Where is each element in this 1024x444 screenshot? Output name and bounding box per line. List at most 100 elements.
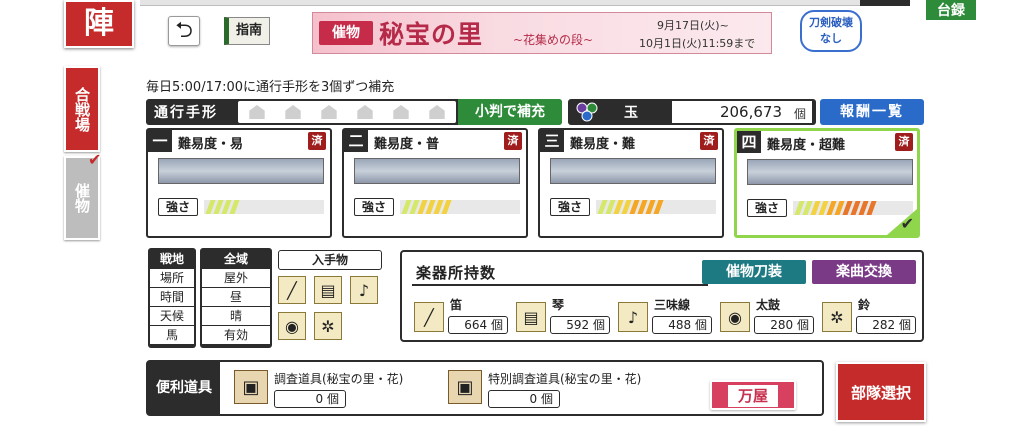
instrument-name: 鈴 bbox=[858, 298, 871, 312]
banner-tag: 催物 bbox=[319, 21, 373, 45]
condition-value: 全域 bbox=[202, 250, 270, 268]
tab-check-icon: ✔ bbox=[88, 150, 102, 169]
tool-name: 特別調査道具(秘宝の里・花) bbox=[488, 372, 642, 386]
instrument-item: ▤ 琴 592 個 bbox=[516, 296, 616, 336]
condition-value: 有効 bbox=[202, 326, 270, 344]
divider bbox=[412, 284, 708, 286]
difficulty-name: 難易度・普 bbox=[374, 137, 440, 152]
no-break-line2: なし bbox=[820, 32, 842, 45]
count-value: 488 bbox=[668, 318, 692, 332]
count-unit: 個 bbox=[796, 318, 809, 332]
pass-icon bbox=[357, 105, 373, 119]
difficulty-number: 三 bbox=[540, 130, 564, 152]
flute-icon: ╱ bbox=[414, 302, 444, 332]
strength-gauge bbox=[596, 200, 716, 214]
count-value: 664 bbox=[464, 318, 488, 332]
count-value: 280 bbox=[770, 318, 794, 332]
gauge-tick bbox=[866, 201, 877, 215]
strength-label: 強さ bbox=[550, 198, 590, 216]
difficulty-card-1[interactable]: 一 難易度・易 済 強さ bbox=[146, 128, 332, 238]
instrument-name: 琴 bbox=[552, 298, 565, 312]
bell-icon: ✲ bbox=[314, 312, 342, 340]
reward-list-button[interactable]: 報酬一覧 bbox=[820, 99, 924, 125]
strength-gauge bbox=[793, 201, 913, 215]
no-break-line1: 刀剣破壊 bbox=[809, 16, 853, 29]
event-sword-button[interactable]: 催物刀装 bbox=[702, 260, 806, 284]
tab-battlefield[interactable]: 合戦場 bbox=[64, 66, 100, 152]
pass-icon bbox=[321, 105, 337, 119]
gyoku-icon bbox=[576, 102, 598, 122]
stage-image bbox=[550, 158, 716, 184]
pass-icon bbox=[429, 105, 445, 119]
top-frame-dark bbox=[860, 0, 910, 6]
difficulty-name: 難易度・超難 bbox=[767, 138, 846, 153]
strength-label: 強さ bbox=[158, 198, 198, 216]
instrument-item: ♪ 三味線 488 個 bbox=[618, 296, 718, 336]
cleared-badge: 済 bbox=[700, 132, 718, 150]
banner-date-start: 9月17日(火)~ bbox=[657, 19, 729, 32]
squad-select-button[interactable]: 部隊選択 bbox=[836, 362, 926, 422]
cleared-badge: 済 bbox=[308, 132, 326, 150]
condition-value: 昼 bbox=[202, 288, 270, 306]
condition-key: 馬 bbox=[150, 326, 194, 344]
difficulty-name: 難易度・易 bbox=[178, 137, 244, 152]
event-banner[interactable]: 催物 秘宝の里 ~花集めの段~ 9月17日(火)~ 10月1日(火)11:59ま… bbox=[312, 12, 772, 54]
top-frame-line bbox=[140, 0, 860, 6]
count-unit: 個 bbox=[592, 318, 605, 332]
difficulty-card-2[interactable]: 二 難易度・普 済 強さ bbox=[342, 128, 528, 238]
back-button[interactable]: ⮌ bbox=[168, 16, 200, 46]
stage-image bbox=[747, 159, 913, 185]
banner-date-end: 10月1日(火)11:59まで bbox=[639, 37, 756, 50]
guide-button[interactable]: 指南 bbox=[224, 17, 270, 45]
strength-label: 強さ bbox=[747, 199, 787, 217]
koto-icon: ▤ bbox=[516, 302, 546, 332]
instrument-count: 280 個 bbox=[754, 316, 814, 334]
pass-icon bbox=[393, 105, 409, 119]
tools-label: 便利道具 bbox=[148, 362, 220, 414]
condition-value: 屋外 bbox=[202, 269, 270, 287]
koban-refill-button[interactable]: 小判で補充 bbox=[458, 99, 562, 125]
stage-conditions: 戦地 場所 時間 天候 馬 全域 屋外 昼 晴 有効 入手物 ╱ ▤ ♪ ◉ ✲ bbox=[148, 248, 388, 348]
tool-count: 0 個 bbox=[274, 390, 346, 408]
stage-image bbox=[158, 158, 324, 184]
shop-button[interactable]: 万屋 bbox=[710, 380, 796, 410]
difficulty-card-3[interactable]: 三 難易度・難 済 強さ bbox=[538, 128, 724, 238]
banner-subtitle: ~花集めの段~ bbox=[513, 33, 594, 47]
special-survey-tool-icon: ▣ bbox=[448, 370, 482, 404]
count-unit: 個 bbox=[540, 392, 553, 406]
cleared-badge: 済 bbox=[895, 133, 913, 151]
tool-count: 0 個 bbox=[488, 390, 560, 408]
instrument-panel: 楽器所持数 催物刀装 楽曲交換 ╱ 笛 664 個 ▤ 琴 592 個 ♪ 三味… bbox=[400, 250, 924, 342]
pass-bar: 通行手形 小判で補充 bbox=[146, 99, 562, 125]
condition-keys: 戦地 場所 時間 天候 馬 bbox=[148, 248, 196, 348]
koto-icon: ▤ bbox=[314, 276, 342, 304]
gyoku-unit: 個 bbox=[794, 107, 807, 121]
refill-notice: 毎日5:00/17:00に通行手形を3個ずつ補充 bbox=[146, 80, 395, 95]
strength-label: 強さ bbox=[354, 198, 394, 216]
record-tag-button[interactable]: 台録 bbox=[924, 0, 978, 22]
count-value: 592 bbox=[566, 318, 590, 332]
gyoku-label: 玉 bbox=[624, 105, 638, 121]
instrument-count: 488 個 bbox=[652, 316, 712, 334]
instrument-item: ╱ 笛 664 個 bbox=[414, 296, 514, 336]
difficulty-name: 難易度・難 bbox=[570, 137, 636, 152]
difficulty-card-4[interactable]: 四 難易度・超難 済 強さ ✔ bbox=[734, 128, 920, 238]
tool-name: 調査道具(秘宝の里・花) bbox=[274, 372, 404, 386]
pass-track bbox=[238, 101, 456, 123]
instrument-item: ◉ 太鼓 280 個 bbox=[720, 296, 820, 336]
condition-values: 全域 屋外 昼 晴 有効 bbox=[200, 248, 272, 348]
drum-icon: ◉ bbox=[278, 312, 306, 340]
instrument-name: 三味線 bbox=[654, 298, 691, 312]
count-unit: 個 bbox=[490, 318, 503, 332]
drum-icon: ◉ bbox=[720, 302, 750, 332]
shamisen-icon: ♪ bbox=[618, 302, 648, 332]
condition-key: 天候 bbox=[150, 307, 194, 325]
music-exchange-button[interactable]: 楽曲交換 bbox=[812, 260, 916, 284]
instrument-item: ✲ 鈴 282 個 bbox=[822, 296, 922, 336]
count-unit: 個 bbox=[694, 318, 707, 332]
difficulty-number: 二 bbox=[344, 130, 368, 152]
bell-icon: ✲ bbox=[822, 302, 852, 332]
condition-key: 時間 bbox=[150, 288, 194, 306]
difficulty-number: 一 bbox=[148, 130, 172, 152]
gyoku-counter: 玉 206,673 個 bbox=[568, 99, 816, 125]
